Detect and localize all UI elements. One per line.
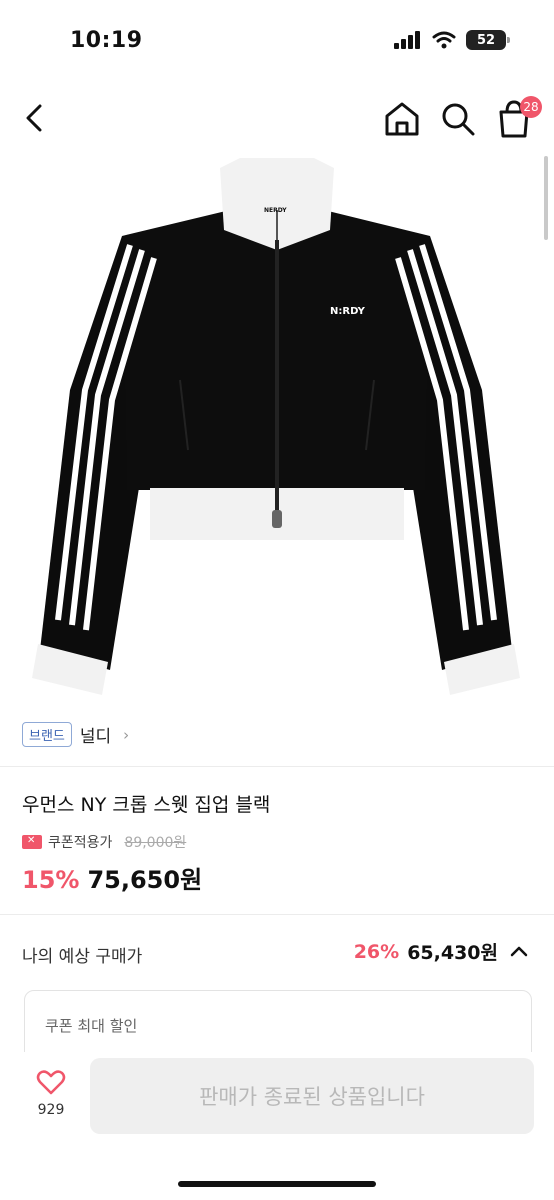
product-title: 우먼스 NY 크롭 스웻 집업 블랙 — [22, 794, 271, 816]
brand-tag: 브랜드 — [22, 722, 72, 747]
like-count: 929 — [37, 1102, 65, 1118]
expected-price: 65,430원 — [407, 942, 498, 964]
cart-count-badge: 28 — [520, 96, 542, 118]
sold-out-button[interactable]: 판매가 종료된 상품입니다 — [90, 1058, 534, 1134]
expected-price-values: 26% 65,430원 — [354, 938, 532, 965]
home-indicator — [178, 1181, 376, 1187]
expected-price-row[interactable]: 나의 예상 구매가 26% 65,430원 — [22, 938, 532, 968]
like-button[interactable]: 929 — [28, 1068, 74, 1128]
divider — [0, 914, 554, 915]
heart-icon — [36, 1070, 66, 1095]
brand-name[interactable]: 널디 — [80, 722, 111, 747]
coupon-max-discount-label: 쿠폰 최대 할인 — [45, 1017, 138, 1035]
coupon-price-row: 쿠폰적용가 89,000원 — [22, 832, 186, 852]
chevron-right-icon: › — [123, 725, 130, 744]
top-nav — [0, 88, 554, 148]
back-icon[interactable] — [18, 96, 58, 140]
search-icon[interactable] — [438, 96, 478, 140]
price-row: 15% 75,650원 — [22, 860, 202, 895]
status-bar: 10:19 52 — [0, 0, 554, 80]
neck-label: NERDY — [264, 207, 287, 214]
status-time: 10:19 — [70, 28, 143, 53]
product-image: N:RDY NERDY — [32, 158, 520, 695]
divider — [0, 766, 554, 767]
chest-logo: N:RDY — [330, 306, 366, 317]
scrollbar[interactable] — [544, 156, 548, 240]
final-price: 75,650원 — [87, 866, 203, 894]
coupon-label: 쿠폰적용가 — [48, 835, 113, 851]
battery-icon: 52 — [466, 30, 510, 50]
discount-percent: 15% — [22, 866, 80, 894]
expected-price-label: 나의 예상 구매가 — [22, 947, 143, 967]
coupon-icon — [22, 835, 42, 849]
brand-row[interactable]: 브랜드 널디 › — [22, 722, 129, 747]
signal-icon — [394, 31, 420, 49]
bottom-action-bar: 929 판매가 종료된 상품입니다 — [0, 1052, 554, 1200]
chevron-up-icon[interactable] — [506, 939, 532, 965]
status-icons: 52 — [394, 30, 510, 50]
expected-discount-percent: 26% — [353, 940, 400, 963]
wifi-icon — [432, 31, 456, 49]
original-price: 89,000원 — [124, 835, 187, 851]
home-icon[interactable] — [382, 96, 422, 140]
